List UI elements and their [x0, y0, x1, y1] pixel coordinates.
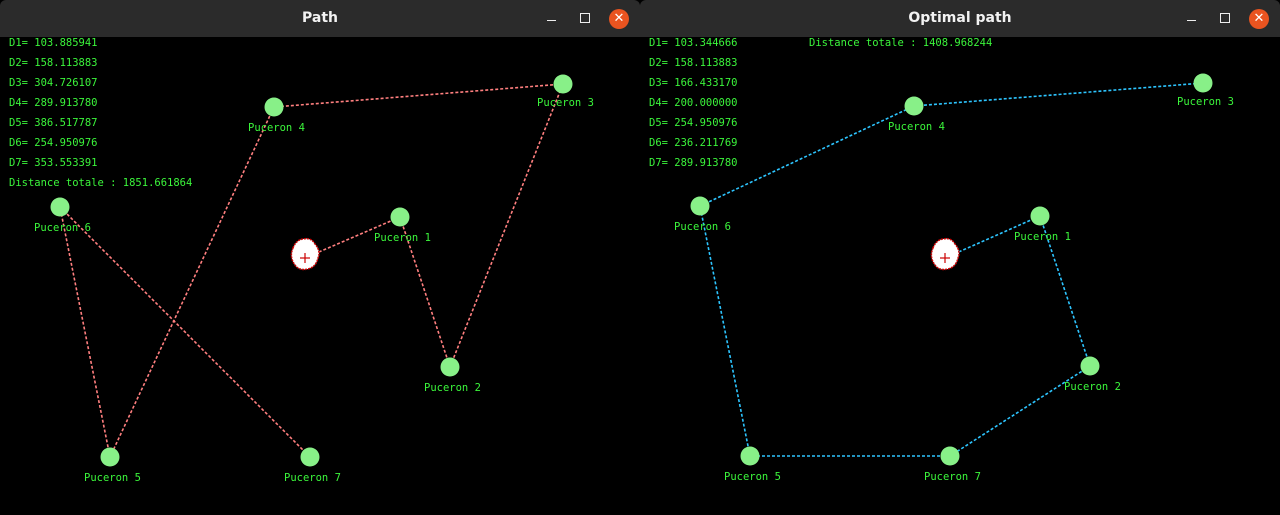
node-marker: [50, 197, 70, 217]
maximize-icon[interactable]: [575, 9, 595, 29]
node-label: Puceron 5: [84, 472, 141, 484]
close-icon[interactable]: ✕: [1249, 9, 1269, 29]
close-icon[interactable]: ✕: [609, 9, 629, 29]
node-marker: [300, 447, 320, 467]
path-canvas: D1= 103.885941 D2= 158.113883 D3= 304.7261…: [0, 37, 640, 515]
node-marker: [940, 446, 960, 466]
optimal-path-canvas: D1= 103.344666 D2= 158.113883 D3= 166.4331…: [640, 37, 1280, 515]
node-marker: [1193, 73, 1213, 93]
path-segment: [699, 205, 751, 457]
graph-svg: Puceron 1 Puceron 2 Puceron 3 Puceron 4 Puce…: [34, 74, 594, 484]
node-label: Puceron 4: [248, 122, 305, 134]
node-label: Puceron 3: [1177, 96, 1234, 108]
node-label: Puceron 1: [1014, 231, 1071, 243]
node-marker: [690, 196, 710, 216]
path-segment: [273, 83, 564, 108]
titlebar[interactable]: Optimal path ✕: [640, 0, 1280, 37]
node-marker: [740, 446, 760, 466]
minimize-icon[interactable]: [541, 9, 561, 29]
node-marker: [553, 74, 573, 94]
path-window: Path ✕ D1= 103.885941 D2= 158.113883 D3= 3…: [0, 0, 640, 515]
node-label: Puceron 7: [284, 472, 341, 484]
node-marker: [264, 97, 284, 117]
node-marker: [1080, 356, 1100, 376]
maximize-icon[interactable]: [1215, 9, 1235, 29]
node-marker: [390, 207, 410, 227]
path-segment: [913, 82, 1204, 107]
minimize-icon[interactable]: [1181, 9, 1201, 29]
node-label: Puceron 4: [888, 121, 945, 133]
path-segment: [949, 365, 1091, 457]
node-marker: [904, 96, 924, 116]
node-marker: [440, 357, 460, 377]
node-label: Puceron 5: [724, 471, 781, 483]
node-marker: [1030, 206, 1050, 226]
node-label: Puceron 1: [374, 232, 431, 244]
node-label: Puceron 6: [34, 222, 91, 234]
path-segment: [59, 206, 111, 458]
titlebar[interactable]: Path ✕: [0, 0, 640, 37]
graph-svg: Puceron 1 Puceron 2 Puceron 3 Puceron 4 Puce…: [674, 73, 1234, 483]
node-marker: [100, 447, 120, 467]
path-segment: [699, 105, 915, 207]
node-label: Puceron 3: [537, 97, 594, 109]
node-label: Puceron 6: [674, 221, 731, 233]
node-label: Puceron 7: [924, 471, 981, 483]
path-segment: [59, 206, 311, 458]
path-segment: [449, 83, 564, 368]
optimal-path-window: Optimal path ✕ D1= 103.344666 D2= 158.113…: [640, 0, 1280, 515]
node-label: Puceron 2: [1064, 381, 1121, 393]
node-label: Puceron 2: [424, 382, 481, 394]
